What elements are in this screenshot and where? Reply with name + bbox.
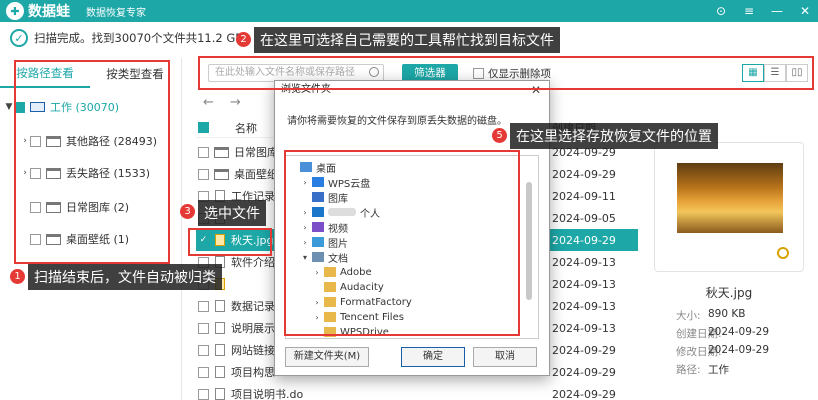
- close-icon[interactable]: ✕: [798, 4, 812, 18]
- meta-modified: 修改日期: 2024-09-29: [676, 344, 770, 358]
- feedback-icon[interactable]: ⊙: [714, 4, 728, 18]
- folder-icon: [214, 146, 229, 158]
- dialog-prompt: 请你将需要恢复的文件保存到原丢失数据的磁盘。: [287, 116, 507, 127]
- row-date: 2024-09-29: [552, 343, 616, 357]
- document-file-icon: [215, 300, 225, 312]
- app-name: 数据蛙: [28, 4, 70, 20]
- document-file-icon: [215, 322, 225, 334]
- column-name[interactable]: 名称: [235, 120, 257, 136]
- row-checkbox[interactable]: [198, 322, 209, 334]
- annotation-callout: 在这里可选择自己需要的工具帮忙找到目标文件: [254, 27, 560, 53]
- scrollbar[interactable]: [526, 160, 532, 330]
- app-logo-icon: ✚: [6, 2, 24, 20]
- annotation-callout: 选中文件: [198, 200, 266, 226]
- row-date: 2024-09-29: [552, 167, 616, 181]
- menu-icon[interactable]: ≡: [742, 4, 756, 18]
- row-date: 2024-09-13: [552, 277, 616, 291]
- annotation-number: 3: [180, 204, 195, 219]
- row-checkbox[interactable]: [198, 168, 209, 180]
- folder-icon: [214, 168, 229, 180]
- annotation-box-left: [14, 60, 170, 264]
- row-date: 2024-09-13: [552, 255, 616, 269]
- row-checkbox[interactable]: [198, 344, 209, 356]
- nav-arrows: ← →: [203, 95, 241, 110]
- ok-button[interactable]: 确定: [401, 347, 465, 367]
- scan-status-text: 扫描完成。找到30070个文件共11.2 GB。: [34, 31, 255, 45]
- check-circle-icon: ✓: [10, 29, 28, 47]
- document-file-icon: [215, 388, 225, 400]
- preview-image: [677, 163, 783, 233]
- back-arrow-icon[interactable]: ←: [203, 95, 214, 110]
- meta-size: 大小: 890 KB: [676, 308, 746, 322]
- meta-path: 路径: 工作: [676, 364, 729, 376]
- document-file-icon: [215, 366, 225, 378]
- annotation-number: 2: [236, 32, 251, 47]
- scrollbar-thumb[interactable]: [526, 182, 532, 300]
- window-controls: ⊙ ≡ — ✕: [714, 0, 812, 22]
- table-row[interactable]: 项目说明书.do 2024-09-29: [196, 383, 638, 400]
- document-file-icon: [215, 344, 225, 356]
- annotation-box-file: [188, 228, 272, 256]
- row-date: 2024-09-29: [552, 387, 616, 400]
- annotation-number: 1: [10, 269, 25, 284]
- row-date: 2024-09-11: [552, 189, 616, 203]
- annotation-number: 5: [492, 128, 507, 143]
- preview-card: [654, 142, 804, 272]
- new-folder-button[interactable]: 新建文件夹(M): [285, 347, 369, 367]
- cancel-button[interactable]: 取消: [473, 347, 537, 367]
- row-checkbox[interactable]: [198, 146, 209, 158]
- collapse-arrow-icon[interactable]: ▼: [4, 102, 14, 112]
- preview-filename: 秋天.jpg: [705, 286, 753, 300]
- row-date: 2024-09-13: [552, 321, 616, 335]
- zoom-icon[interactable]: [777, 247, 789, 259]
- row-date: 2024-09-29: [552, 365, 616, 379]
- row-date: 2024-09-29: [552, 233, 616, 247]
- forward-arrow-icon[interactable]: →: [230, 95, 241, 110]
- minimize-icon[interactable]: —: [770, 4, 784, 18]
- annotation-box-dialog: [284, 150, 520, 336]
- app-subtitle: 数据恢复专家: [86, 7, 146, 19]
- row-name: 项目说明书.do: [231, 388, 304, 400]
- row-checkbox[interactable]: [198, 366, 209, 378]
- row-checkbox[interactable]: [198, 300, 209, 312]
- title-bar: ✚ 数据蛙 数据恢复专家 ⊙ ≡ — ✕: [0, 0, 818, 22]
- annotation-box-toolbar: [198, 56, 814, 90]
- meta-created: 创建日期: 2024-09-29: [676, 326, 770, 340]
- annotation-callout: 扫描结束后，文件自动被归类: [28, 264, 222, 290]
- annotation-callout: 在这里选择存放恢复文件的位置: [510, 123, 718, 149]
- select-all-checkbox[interactable]: [198, 122, 209, 133]
- row-date: 2024-09-13: [552, 299, 616, 313]
- row-checkbox[interactable]: [198, 388, 209, 400]
- scan-status: ✓ 扫描完成。找到30070个文件共11.2 GB。: [10, 28, 255, 48]
- row-date: 2024-09-05: [552, 211, 616, 225]
